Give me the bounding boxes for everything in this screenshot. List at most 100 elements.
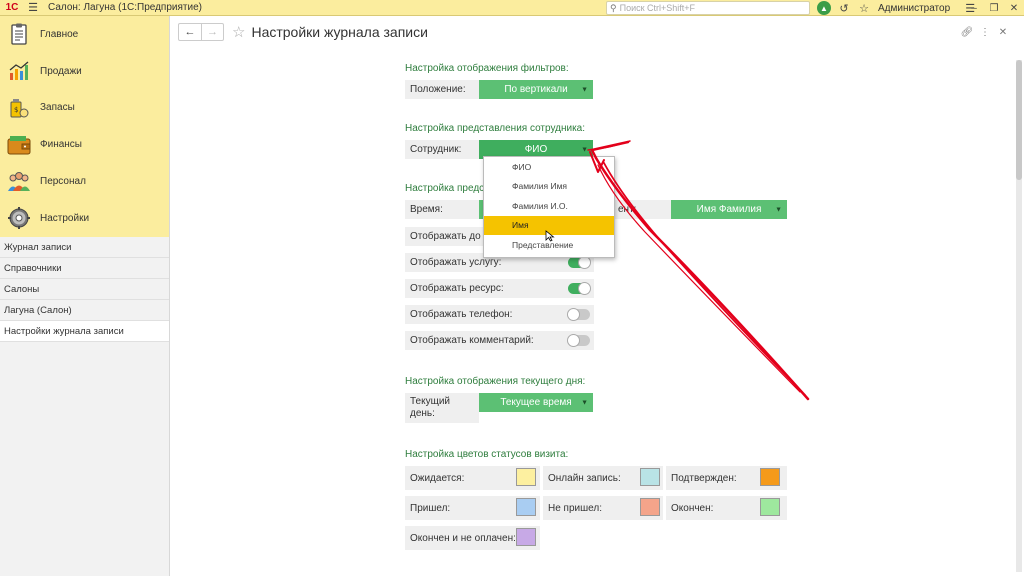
stock-icon: $ [6,95,32,121]
section-settings[interactable]: Настройки [0,200,169,237]
history-icon[interactable]: ↺ [834,0,854,16]
color-swatch-waiting[interactable] [516,468,536,486]
position-label: Положение: [405,80,479,99]
sales-chart-icon [6,58,32,84]
status-label: Подтвержден: [671,472,737,484]
chevron-down-icon: ▼ [775,206,782,213]
status-label: Окончен и не оплачен: [410,532,516,544]
color-swatch-online[interactable] [640,468,660,486]
section-main[interactable]: Главное [0,16,169,53]
page-title: Настройки журнала записи [251,24,428,40]
forward-button[interactable]: → [201,24,223,40]
color-swatch-confirmed[interactable] [760,468,780,486]
open-item-laguna[interactable]: Лагуна (Салон) [0,300,169,321]
gear-icon [6,205,32,231]
chevron-down-icon: ▼ [581,86,588,93]
close-icon[interactable]: ✕ [1004,0,1024,16]
color-swatch-finished-unpaid[interactable] [516,528,536,546]
back-button[interactable]: ← [179,24,201,40]
toggle-row-comment: Отображать комментарий: [405,331,594,350]
header-actions: 🔗︎ ⋮ ✕ [958,24,1012,40]
more-icon[interactable]: ⋮ [976,24,994,40]
svg-text:$: $ [14,106,18,114]
app-logo[interactable]: 1С [0,0,24,16]
top-icons: ▲ ↺ ☆ Администратор ☰ [814,0,980,16]
favorite-star-icon[interactable]: ☆ [232,23,245,41]
status-label: Пришел: [410,502,451,514]
menu-icon[interactable]: ☰ [24,0,42,16]
section-label: Главное [40,28,79,40]
dropdown-option[interactable]: ФИО [484,157,614,177]
open-item-journal-settings[interactable]: Настройки журнала записи [0,321,169,342]
wallet-icon [6,132,32,158]
open-item-salons[interactable]: Салоны [0,279,169,300]
scrollbar-thumb[interactable] [1016,60,1022,180]
toggle-row-phone: Отображать телефон: [405,305,594,324]
notifications-icon[interactable]: ▲ [814,0,834,16]
section-staff[interactable]: Персонал [0,163,169,200]
status-label: Ожидается: [410,472,465,484]
app-title: Салон: Лагуна (1С:Предприятие) [48,2,202,13]
open-item-catalogs[interactable]: Справочники [0,258,169,279]
dropdown-option[interactable]: Фамилия Имя [484,177,614,197]
people-icon [6,169,32,195]
toggle-service[interactable] [568,256,591,269]
toggle-comment[interactable] [567,334,590,347]
sidebar: Главное Продажи $ Запасы Финансы Персона… [0,16,170,576]
user-name[interactable]: Администратор [878,3,950,14]
color-swatch-not-arrived[interactable] [640,498,660,516]
toggle-phone[interactable] [567,308,590,321]
close-form-icon[interactable]: ✕ [994,24,1012,40]
vertical-scrollbar[interactable] [1016,60,1022,572]
search-box[interactable]: ⚲ [606,1,810,15]
section-label: Продажи [40,65,82,77]
employee-value: ФИО [524,144,548,155]
section-label: Настройки [40,212,90,224]
page-header: ← → ☆ Настройки журнала записи 🔗︎ ⋮ ✕ [178,20,1018,44]
restore-icon[interactable]: ❐ [984,0,1004,16]
toggle-resource[interactable] [568,282,591,295]
status-label: Онлайн запись: [548,472,621,484]
search-input[interactable] [619,3,800,13]
dropdown-option[interactable]: Фамилия И.О. [484,196,614,216]
current-day-label-line2: день: [410,408,435,419]
toggle-label: Отображать услугу: [410,257,502,268]
chevron-down-icon: ▼ [581,146,588,153]
section-label: Персонал [40,176,86,188]
position-select[interactable]: По вертикали ▼ [479,80,593,99]
open-item-journal[interactable]: Журнал записи [0,237,169,258]
color-swatch-arrived[interactable] [516,498,536,516]
client-label: ент: [612,200,671,219]
favorites-icon[interactable]: ☆ [854,0,874,16]
toggle-knob [578,282,591,295]
employee-label: Сотрудник: [405,140,479,159]
link-icon[interactable]: 🔗︎ [958,24,976,40]
client-value: Имя Фамилия [696,204,762,215]
toggle-label: Отображать до [410,231,481,242]
toggle-label: Отображать комментарий: [410,335,534,346]
section-label: Запасы [40,102,75,114]
current-day-select[interactable]: Текущее время ▼ [479,393,593,412]
nav-buttons: ← → [178,23,224,41]
section-finance[interactable]: Финансы [0,126,169,163]
status-label: Не пришел: [548,502,602,514]
filters-section-title: Настройка отображения фильтров: [405,63,569,74]
section-stock[interactable]: $ Запасы [0,90,169,127]
window-controls: – ❐ ✕ [964,0,1024,16]
position-value: По вертикали [504,84,568,95]
current-day-value: Текущее время [500,397,572,408]
section-sales[interactable]: Продажи [0,53,169,90]
color-swatch-finished[interactable] [760,498,780,516]
current-day-label-line1: Текущий [410,396,450,407]
section-label: Финансы [40,139,82,151]
toggle-label: Отображать телефон: [410,309,513,320]
toggle-label: Отображать ресурс: [410,283,504,294]
toggle-row-resource: Отображать ресурс: [405,279,594,298]
minimize-icon[interactable]: – [964,0,984,16]
client-select[interactable]: Имя Фамилия ▼ [671,200,787,219]
employee-section-title: Настройка представления сотрудника: [405,123,585,134]
search-icon: ⚲ [610,2,617,13]
top-bar: 1С ☰ Салон: Лагуна (1С:Предприятие) ⚲ ▲ … [0,0,1024,16]
time-label: Время: [405,200,479,219]
toggle-knob [567,334,580,347]
